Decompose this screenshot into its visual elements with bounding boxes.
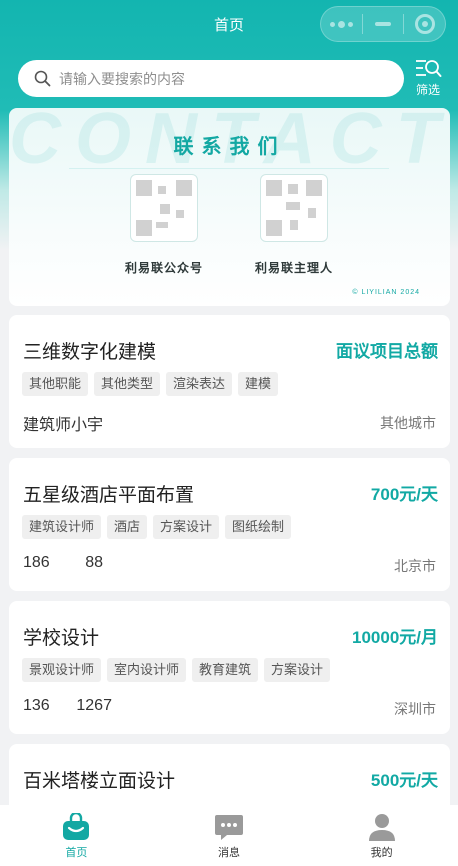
banner-footer: © LIYILIAN 2024	[352, 289, 420, 296]
qr-code-manager	[260, 174, 328, 242]
listing-tag: 渲染表达	[166, 372, 233, 396]
filter-label: 筛选	[415, 83, 440, 97]
listing-card[interactable]: 学校设计 10000元/月 景观设计师 室内设计师 教育建筑 方案设计 136 …	[9, 601, 450, 734]
listing-poster: 186 88	[23, 554, 104, 571]
listing-tag: 方案设计	[153, 515, 220, 539]
listing-tags: 其他职能 其他类型 渲染表达 建模	[22, 372, 279, 396]
listing-price: 500元/天	[370, 771, 438, 790]
bottom-tab-bar: 首页 消息 我的	[0, 805, 458, 866]
listing-title: 三维数字化建模	[23, 342, 157, 363]
listing-price: 700元/天	[370, 485, 438, 504]
tab-label: 消息	[218, 847, 240, 859]
listing-card[interactable]: 三维数字化建模 面议项目总额 其他职能 其他类型 渲染表达 建模 建筑师小宇 其…	[9, 315, 450, 448]
listing-tag: 图纸绘制	[225, 515, 292, 539]
listing-tags: 建筑设计师 酒店 方案设计 图纸绘制	[22, 515, 292, 539]
tab-profile[interactable]: 我的	[305, 805, 458, 866]
contact-banner[interactable]: CONTACT US 联系我们 利易联公众号 利易联主理人 © LIYILIAN…	[9, 108, 450, 306]
search-icon	[34, 70, 51, 87]
listing-tag: 教育建筑	[192, 658, 259, 682]
listing-city: 北京市	[394, 558, 436, 574]
listing-tag: 其他职能	[22, 372, 89, 396]
banner-title: 联系我们	[173, 136, 286, 158]
target-close-icon	[414, 14, 435, 34]
qr-code-icon	[266, 180, 322, 236]
filter-button[interactable]: 筛选	[410, 58, 446, 100]
minimize-icon	[375, 22, 391, 26]
close-mini-program-button[interactable]	[404, 7, 445, 41]
qr-code-official-account	[130, 174, 198, 242]
search-input[interactable]	[59, 70, 379, 87]
message-icon	[215, 815, 243, 840]
mini-program-capsule	[320, 6, 446, 42]
listing-tag: 酒店	[107, 515, 148, 539]
home-bag-icon	[63, 813, 90, 840]
tab-label: 我的	[370, 847, 393, 859]
listing-card[interactable]: 五星级酒店平面布置 700元/天 建筑设计师 酒店 方案设计 图纸绘制 186 …	[9, 458, 450, 591]
listing-tag: 方案设计	[264, 658, 331, 682]
profile-icon	[368, 814, 395, 841]
listing-tag: 室内设计师	[107, 658, 187, 682]
listing-city: 深圳市	[394, 701, 436, 717]
qr-right-label: 利易联主理人	[254, 261, 333, 275]
listing-price: 10000元/月	[352, 628, 438, 647]
filter-icon	[416, 60, 442, 77]
listing-title: 五星级酒店平面布置	[23, 485, 195, 506]
minimize-button[interactable]	[363, 7, 404, 41]
qr-code-icon	[136, 180, 192, 236]
qr-left-label: 利易联公众号	[124, 261, 203, 275]
listing-poster: 136 1267	[23, 697, 112, 714]
listing-city: 其他城市	[380, 415, 436, 431]
tab-label: 首页	[65, 847, 88, 859]
listing-title: 百米塔楼立面设计	[23, 771, 176, 792]
listing-tag: 其他类型	[94, 372, 161, 396]
more-menu-button[interactable]	[321, 7, 362, 41]
listing-tags: 景观设计师 室内设计师 教育建筑 方案设计	[22, 658, 331, 682]
listing-tag: 建筑设计师	[22, 515, 102, 539]
listing-tag: 景观设计师	[22, 658, 102, 682]
tab-messages[interactable]: 消息	[153, 805, 306, 866]
listing-tag: 建模	[238, 372, 279, 396]
listing-title: 学校设计	[23, 628, 100, 649]
tab-home[interactable]: 首页	[0, 805, 153, 866]
listing-price: 面议项目总额	[336, 342, 438, 361]
listing-poster: 建筑师小宇	[23, 417, 104, 434]
more-dots-icon	[329, 20, 353, 28]
search-bar[interactable]	[18, 60, 404, 97]
